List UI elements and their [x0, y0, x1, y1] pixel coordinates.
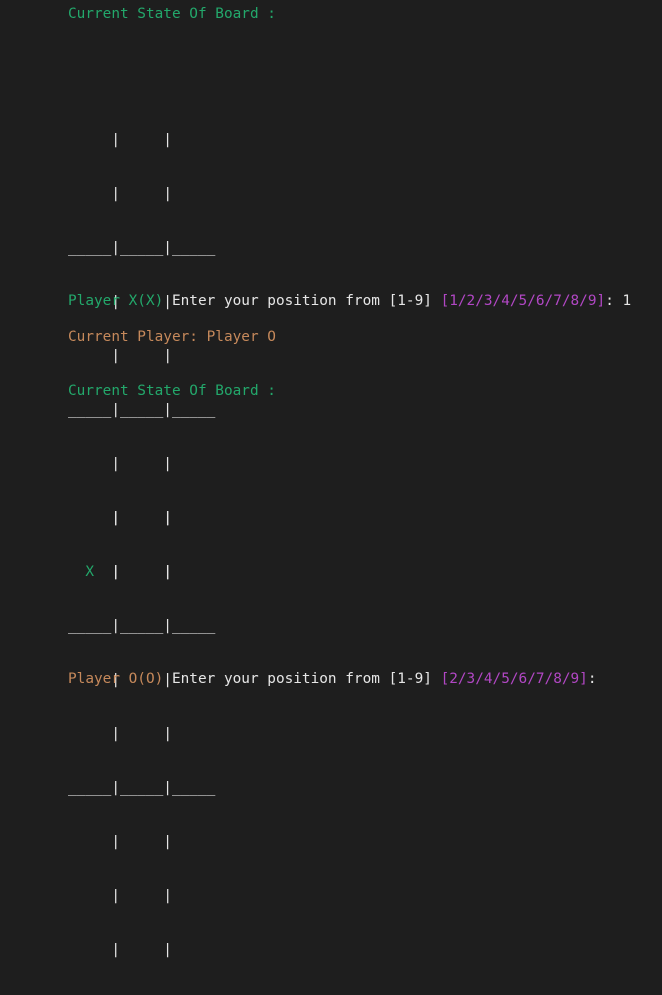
board-2-cell-2	[137, 564, 146, 580]
prompt-player-o: Player O(O) Enter your position from [1-…	[68, 670, 597, 688]
board-1-row-3-top: | |	[68, 456, 172, 472]
board-2-cell-3	[189, 564, 198, 580]
board-2-row-3-top: | |	[68, 834, 172, 850]
board-2-row-1-bottom: _____|_____|_____	[68, 618, 216, 634]
board-1-row-2-bottom: _____|_____|_____	[68, 402, 216, 418]
board-2-row-2-mid: | |	[68, 725, 215, 743]
board-1-row-1-bottom: _____|_____|_____	[68, 240, 216, 256]
tic-tac-toe-board-2: | | X | | _____|_____|_____ | | | | ____…	[68, 473, 215, 995]
board-2-row-1-top: | |	[68, 510, 172, 526]
board-2-cell-7	[85, 888, 94, 904]
board-2-row-2-bottom: _____|_____|_____	[68, 780, 216, 796]
board-1-cell-6	[189, 348, 198, 364]
prompt-1-text: Enter your position from [1-9]	[163, 293, 441, 309]
board-2-cell-6	[189, 726, 198, 742]
board-2-cell-8	[137, 888, 146, 904]
player-o-label: Player O(O)	[68, 671, 164, 687]
prompt-player-x: Player X(X) Enter your position from [1-…	[68, 292, 631, 310]
board-1-row-1-top: | |	[68, 132, 172, 148]
prompt-2-text: Enter your position from [1-9]	[163, 671, 441, 687]
prompt-2-options: [2/3/4/5/6/7/8/9]	[440, 671, 588, 687]
board-1-cell-2	[137, 186, 146, 202]
board-1-cell-3	[189, 186, 198, 202]
board-2-cell-5	[137, 726, 146, 742]
board-1-cell-4	[85, 348, 94, 364]
prompt-2-suffix: :	[587, 671, 597, 687]
board-1-row-1-mid: | |	[68, 185, 215, 203]
board-2-cell-4	[85, 726, 94, 742]
board-2-row-3-bottom: | |	[68, 942, 172, 958]
board-1-cell-1	[85, 186, 94, 202]
board-2-row-1-mid: X | |	[68, 563, 215, 581]
board-2-row-3-mid: | |	[68, 887, 215, 905]
board-header-2: Current State Of Board :	[68, 383, 276, 399]
current-player-line: Current Player: Player O	[68, 329, 276, 345]
player-x-label: Player X(X)	[68, 293, 164, 309]
board-1-row-2-mid: | |	[68, 347, 215, 365]
terminal-output: Current State Of Board : | | | | _____|_…	[0, 0, 662, 958]
prompt-1-suffix: : 1	[605, 293, 632, 309]
prompt-1-options: [1/2/3/4/5/6/7/8/9]	[440, 293, 606, 309]
board-header-1: Current State Of Board :	[68, 6, 276, 22]
board-1-cell-5	[137, 348, 146, 364]
board-2-cell-1: X	[85, 564, 94, 580]
board-2-cell-9	[189, 888, 198, 904]
